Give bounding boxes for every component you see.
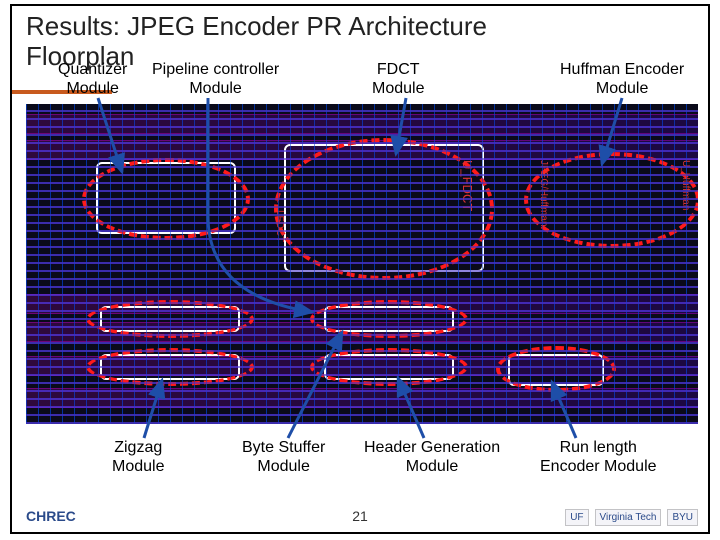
highlight-quantizer — [82, 158, 250, 240]
floorplan: U_FDCT …LFDCT JPEG/Huffman U_Huffman — [26, 104, 698, 424]
label-zigzag: Zigzag Module — [112, 438, 164, 476]
label-fdct: FDCT Module — [372, 60, 424, 98]
slide-frame: Results: JPEG Encoder PR Architecture Fl… — [10, 4, 710, 534]
highlight-fdct — [274, 138, 494, 280]
label-header: Header Generation Module — [364, 438, 500, 476]
block-runlen — [508, 354, 604, 386]
logo-right: UF Virginia Tech BYU — [565, 509, 698, 526]
highlight-zigzag-2 — [86, 348, 254, 386]
label-pipeline: Pipeline controller Module — [152, 60, 279, 98]
block-fdct — [284, 144, 484, 272]
logo-uf: UF — [565, 509, 588, 526]
title-line1: Results: JPEG Encoder PR Architecture — [26, 11, 487, 41]
block-quantizer — [96, 162, 236, 234]
logo-byu: BYU — [667, 509, 698, 526]
block-header — [324, 354, 454, 380]
logo-chrec: CHREC — [22, 506, 80, 526]
highlight-zigzag-1 — [86, 300, 254, 338]
highlight-header — [310, 348, 468, 386]
highlight-bytestuff — [310, 300, 468, 338]
vtext-uhuff: U_Huffman — [680, 160, 691, 210]
highlight-huffman — [524, 152, 698, 248]
label-runlen: Run length Encoder Module — [540, 438, 657, 476]
label-huffman: Huffman Encoder Module — [560, 60, 684, 98]
block-zigzag-1 — [100, 306, 240, 332]
logo-left: CHREC — [22, 506, 80, 526]
block-bytestuff — [324, 306, 454, 332]
logo-vt: Virginia Tech — [595, 509, 662, 526]
block-zigzag-2 — [100, 354, 240, 380]
vtext-ufdct: U_FDCT — [460, 160, 475, 211]
highlight-runlen — [496, 346, 616, 392]
vtext-lfdct: …LFDCT — [274, 200, 285, 242]
label-quantizer: Quantizer Module — [58, 60, 127, 98]
vtext-jpeg: JPEG/Huffman — [538, 160, 549, 227]
page-number: 21 — [352, 508, 368, 524]
label-bytestuff: Byte Stuffer Module — [242, 438, 325, 476]
